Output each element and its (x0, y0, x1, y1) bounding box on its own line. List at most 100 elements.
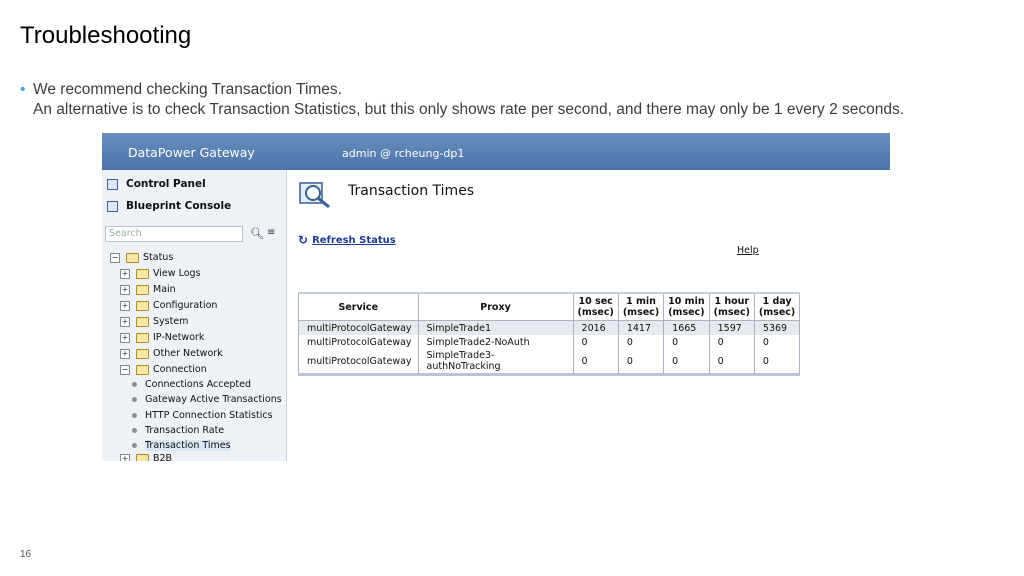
page-title: Transaction Times (348, 183, 475, 199)
column-header-unit: (msec) (577, 307, 614, 318)
folder-icon (136, 316, 149, 327)
sidebar-item-transaction-rate[interactable]: Transaction Rate (132, 425, 224, 436)
collapse-icon[interactable]: − (110, 252, 120, 263)
transaction-times-icon (299, 182, 330, 209)
sidebar-item-status[interactable]: − Status (110, 252, 173, 263)
sidebar-item-main[interactable]: + Main (120, 284, 176, 295)
sidebar-item-label: Connection (153, 364, 207, 375)
table-header-row: Service Proxy 10 sec (msec) 1 min (msec) 10 mi… (298, 292, 801, 321)
sidebar-item-connections-accepted[interactable]: Connections Accepted (132, 379, 251, 390)
column-header: 10 min (msec) (663, 292, 710, 321)
column-header-unit: (msec) (668, 307, 705, 318)
sidebar-item-system[interactable]: + System (120, 316, 188, 327)
table-cell: 1417 (617, 320, 665, 335)
sidebar-item-http-connection-statistics[interactable]: HTTP Connection Statistics (132, 410, 273, 421)
sidebar-item-label: Status (143, 252, 174, 263)
datapower-screenshot: DataPower Gateway admin @ rcheung-dp1 Co… (102, 133, 890, 461)
table-cell: 0 (617, 335, 665, 349)
blueprint-console-icon (107, 200, 118, 212)
sidebar-item-b2b[interactable]: + B2B (120, 453, 172, 461)
expand-icon[interactable]: + (120, 316, 130, 327)
bullet-text-line1: We recommend checking Transaction Times. (33, 81, 342, 98)
table-cell: SimpleTrade3-authNoTracking (417, 349, 574, 376)
folder-icon (136, 268, 149, 279)
sidebar-item-gateway-active-transactions[interactable]: Gateway Active Transactions (132, 394, 282, 405)
slide-title: Troubleshooting (20, 22, 192, 49)
column-header: Proxy (417, 292, 574, 321)
sidebar-item-ip-network[interactable]: + IP-Network (120, 332, 204, 343)
sidebar-item-transaction-times[interactable]: Transaction Times (132, 440, 231, 451)
sidebar-item-label: Transaction Times (145, 440, 231, 451)
table-cell: 0 (663, 335, 710, 349)
expand-icon[interactable]: + (120, 332, 130, 343)
tree-toggle-icon[interactable]: ≡ (267, 227, 275, 238)
bullet-item: • We recommend checking Transaction Time… (20, 80, 904, 100)
folder-icon (136, 300, 149, 311)
table-cell: 1665 (663, 320, 710, 335)
bullet-icon (132, 382, 137, 388)
table-cell: multiProtocolGateway (298, 349, 419, 376)
refresh-status-link[interactable]: ↻ Refresh Status (298, 233, 396, 247)
search-input[interactable]: Search (105, 226, 243, 242)
column-header: 1 min (msec) (617, 292, 665, 321)
folder-icon (136, 348, 149, 359)
bullet-icon (132, 397, 137, 403)
column-header-label: Service (338, 301, 379, 313)
table-cell: 0 (572, 349, 619, 376)
table-cell: 5369 (753, 320, 801, 335)
table-cell: 0 (753, 349, 801, 376)
sidebar-item-label: System (153, 316, 189, 327)
table-cell: 0 (708, 335, 755, 349)
control-panel-link[interactable]: Control Panel (107, 178, 206, 190)
blueprint-console-link[interactable]: Blueprint Console (107, 200, 231, 212)
column-header-label: 10 min (668, 296, 705, 307)
sidebar-item-connection[interactable]: − Connection (120, 364, 207, 375)
transaction-times-table: Service Proxy 10 sec (msec) 1 min (msec) 10 mi… (298, 292, 801, 376)
table-cell: 0 (708, 349, 755, 376)
bullet-icon (132, 443, 137, 448)
sidebar-item-label: Gateway Active Transactions (145, 394, 282, 406)
control-panel-label: Control Panel (126, 178, 206, 190)
search-icon[interactable]: 🔍︎ (250, 227, 264, 240)
sidebar-item-configuration[interactable]: + Configuration (120, 300, 217, 311)
folder-icon (136, 284, 149, 295)
table-cell: multiProtocolGateway (298, 335, 419, 349)
sidebar-item-label: Other Network (153, 348, 223, 359)
user-info[interactable]: admin @ rcheung-dp1 (342, 147, 464, 160)
refresh-icon: ↻ (298, 233, 309, 247)
expand-icon[interactable]: + (120, 268, 130, 279)
bullet-icon (132, 412, 137, 418)
sidebar-item-label: View Logs (153, 268, 201, 279)
table-cell: 0 (663, 349, 710, 376)
refresh-label: Refresh Status (312, 234, 396, 246)
sidebar-item-label: IP-Network (153, 332, 205, 343)
sidebar-item-view-logs[interactable]: + View Logs (120, 268, 200, 279)
column-header-label: Proxy (480, 301, 511, 313)
bullet-text-line2: An alternative is to check Transaction S… (33, 101, 905, 118)
column-header-label: 1 min (626, 296, 656, 307)
expand-icon[interactable]: + (120, 348, 130, 359)
app-header: DataPower Gateway admin @ rcheung-dp1 (102, 133, 890, 170)
expand-icon[interactable]: + (120, 300, 130, 311)
expand-icon[interactable]: + (120, 284, 130, 295)
collapse-icon[interactable]: − (120, 364, 130, 375)
folder-icon (136, 364, 149, 375)
expand-icon[interactable]: + (120, 453, 130, 461)
help-link[interactable]: Help (737, 245, 759, 256)
table-row: multiProtocolGateway SimpleTrade3-authNoT… (298, 349, 801, 376)
sidebar-item-label: B2B (153, 453, 173, 461)
bullet-icon (132, 427, 137, 433)
bullet-block: • We recommend checking Transaction Time… (20, 80, 904, 120)
column-header-unit: (msec) (713, 307, 750, 318)
column-header-label: 1 hour (714, 296, 750, 307)
sidebar-item-label: Transaction Rate (145, 424, 225, 436)
table-cell: SimpleTrade1 (417, 320, 574, 335)
folder-icon (126, 252, 139, 263)
sidebar-item-other-network[interactable]: + Other Network (120, 348, 223, 359)
sidebar-item-label: HTTP Connection Statistics (145, 409, 273, 421)
column-header-label: 1 day (762, 296, 792, 307)
column-header: 1 day (msec) (753, 292, 801, 321)
column-header: Service (298, 292, 419, 321)
table-cell: multiProtocolGateway (298, 320, 419, 335)
table-cell: 0 (572, 335, 619, 349)
